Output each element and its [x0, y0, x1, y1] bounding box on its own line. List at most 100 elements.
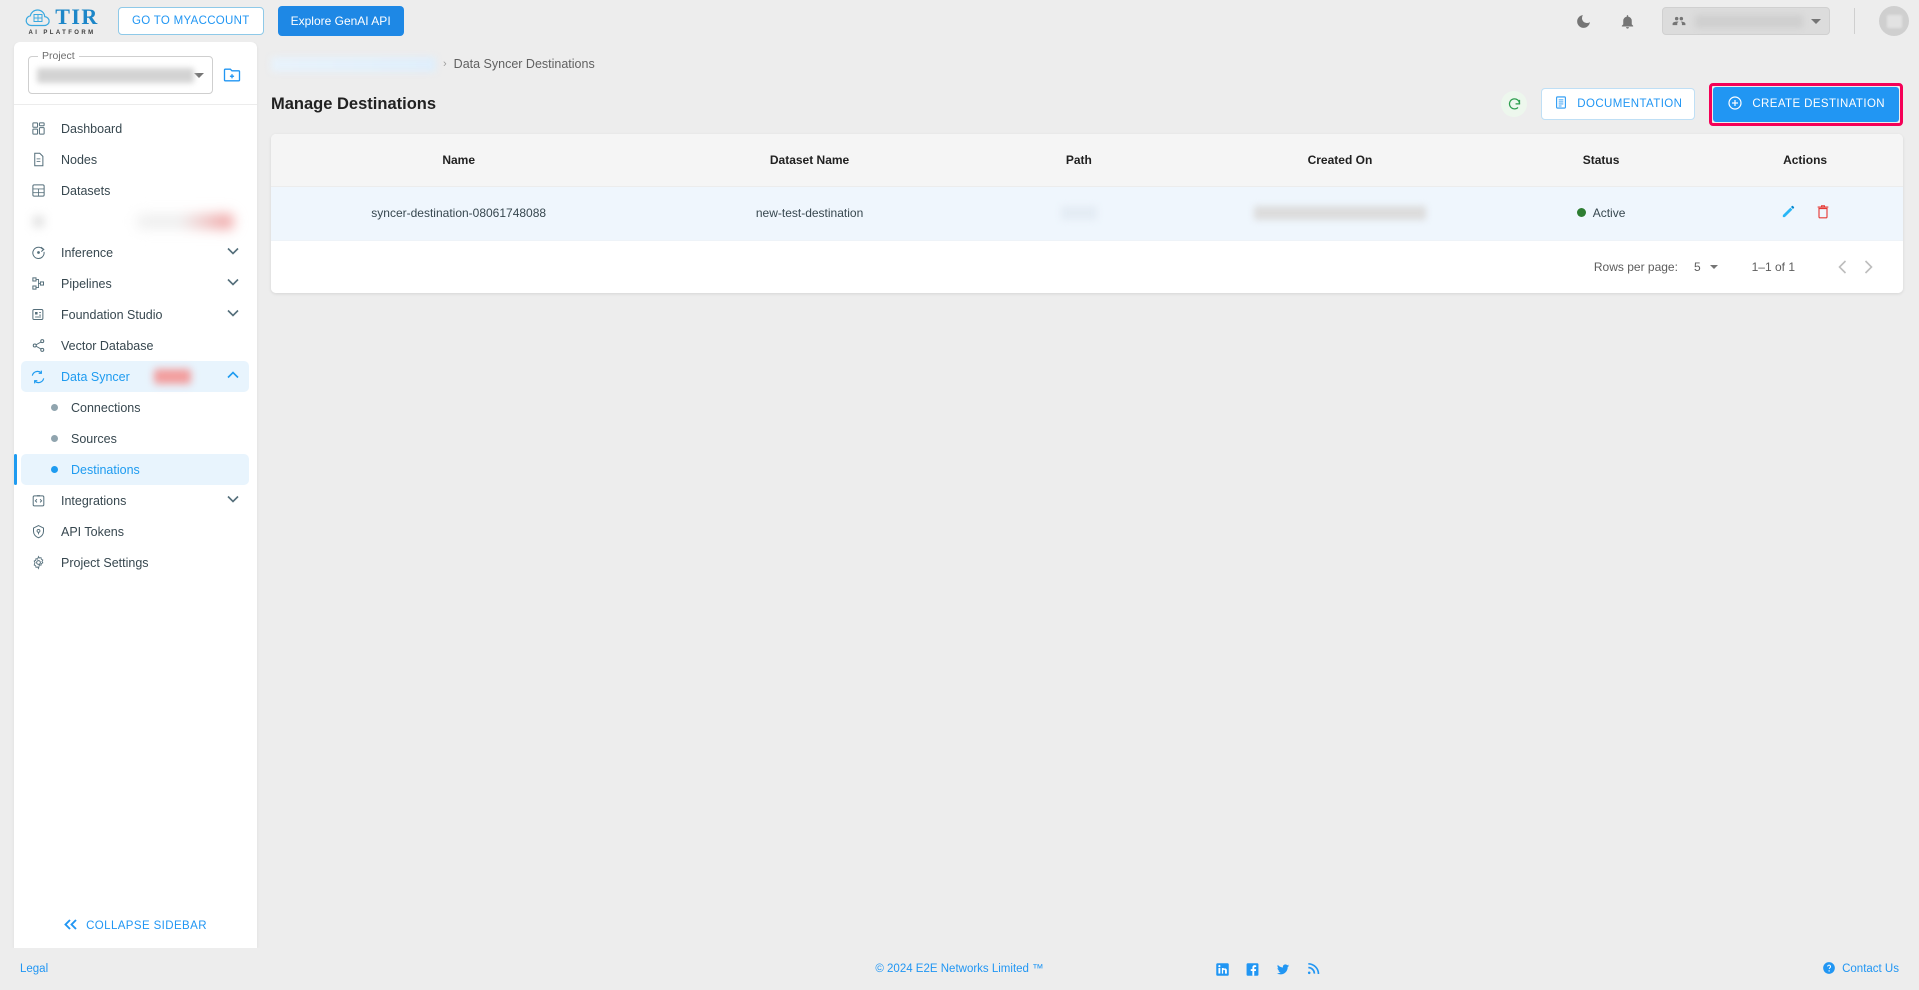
foundation-studio-icon — [29, 307, 47, 322]
logo-title: TIR — [55, 4, 99, 29]
cell-name: syncer-destination-08061748088 — [271, 186, 647, 241]
sidebar: Project Dashboard Nodes Datasets Inferen… — [14, 42, 257, 948]
footer-right: Contact Us — [1822, 961, 1899, 978]
contact-us-label: Contact Us — [1842, 963, 1899, 975]
facebook-icon[interactable] — [1245, 962, 1260, 977]
column-header-created-on: Created On — [1184, 134, 1495, 187]
sidebar-item-api-tokens[interactable]: API Tokens — [21, 516, 249, 547]
sidebar-item-connections[interactable]: Connections — [21, 392, 249, 423]
linkedin-icon[interactable] — [1215, 962, 1230, 977]
notifications-button[interactable] — [1612, 6, 1642, 36]
sidebar-item-destinations[interactable]: Destinations — [14, 454, 249, 485]
sidebar-item-dashboard[interactable]: Dashboard — [21, 113, 249, 144]
rss-icon[interactable] — [1306, 962, 1320, 976]
breadcrumb: › Data Syncer Destinations — [271, 42, 1903, 86]
book-icon — [1554, 95, 1568, 113]
delete-destination-button[interactable] — [1815, 203, 1831, 220]
sidebar-item-project-settings[interactable]: Project Settings — [21, 547, 249, 578]
rows-per-page-value: 5 — [1693, 259, 1701, 274]
refresh-button[interactable] — [1501, 91, 1528, 117]
main-content: › Data Syncer Destinations Manage Destin… — [257, 42, 1919, 948]
create-destination-label: CREATE DESTINATION — [1752, 98, 1885, 110]
sidebar-item-sources[interactable]: Sources — [21, 423, 249, 454]
body-region: Project Dashboard Nodes Datasets Inferen… — [0, 42, 1919, 948]
rows-per-page-select[interactable]: 5 — [1694, 260, 1718, 274]
breadcrumb-item-current: Data Syncer Destinations — [453, 57, 595, 71]
column-header-dataset-name: Dataset Name — [646, 134, 973, 187]
sidebar-item-datasets[interactable]: Datasets — [21, 175, 249, 206]
previous-page-button[interactable] — [1829, 254, 1855, 280]
bullet-dot-icon — [51, 466, 58, 473]
rows-per-page-label: Rows per page: — [1593, 259, 1678, 274]
header-divider — [1854, 8, 1855, 34]
chevron-down-icon — [194, 72, 204, 78]
logo-subtitle: AI PLATFORM — [28, 30, 96, 36]
sidebar-item-data-syncer[interactable]: Data Syncer — [21, 361, 249, 392]
page-title: Manage Destinations — [271, 94, 437, 113]
account-team-select[interactable] — [1662, 7, 1830, 35]
avatar-image — [1886, 14, 1902, 28]
table-row[interactable]: syncer-destination-08061748088 new-test-… — [271, 186, 1903, 241]
sidebar-item-nodes[interactable]: Nodes — [21, 144, 249, 175]
avatar[interactable] — [1879, 6, 1909, 36]
trash-icon — [1817, 205, 1828, 219]
dark-mode-toggle[interactable] — [1568, 6, 1598, 36]
project-select[interactable]: Project — [28, 50, 213, 94]
row-actions — [1780, 203, 1831, 220]
sidebar-item-badge — [137, 214, 233, 229]
sidebar-item-pipelines[interactable]: Pipelines — [21, 268, 249, 299]
copyright-text: © 2024 E2E Networks Limited ™ — [875, 963, 1044, 975]
sidebar-item-foundation-studio[interactable]: Foundation Studio — [21, 299, 249, 330]
next-page-button[interactable] — [1855, 254, 1881, 280]
twitter-icon[interactable] — [1275, 962, 1291, 977]
status-dot-icon — [1576, 208, 1586, 218]
gear-icon — [29, 555, 47, 570]
api-tokens-icon — [29, 524, 47, 539]
documentation-button[interactable]: DOCUMENTATION — [1541, 88, 1696, 120]
chevron-down-icon — [227, 278, 239, 289]
explore-genai-api-button[interactable]: Explore GenAI API — [277, 6, 404, 36]
contact-us-link[interactable]: Contact Us — [1822, 961, 1899, 978]
cell-path-value — [1060, 206, 1097, 221]
destinations-table-card: Name Dataset Name Path Created On Status… — [271, 134, 1903, 293]
datasets-grid-icon — [29, 183, 47, 198]
chevron-down-icon — [227, 247, 239, 258]
collapse-sidebar-label: COLLAPSE SIDEBAR — [86, 920, 207, 932]
pipelines-icon — [29, 276, 47, 291]
node-document-icon — [29, 152, 47, 167]
cell-actions — [1707, 186, 1903, 241]
edit-destination-button[interactable] — [1780, 203, 1797, 220]
legal-link[interactable]: Legal — [20, 963, 48, 975]
page-header-row: Manage Destinations DOCUMENTATION CREATE… — [271, 82, 1903, 126]
create-destination-button[interactable]: CREATE DESTINATION — [1713, 86, 1899, 122]
chevron-right-icon — [1864, 259, 1873, 274]
breadcrumb-item-project[interactable] — [271, 56, 436, 72]
data-syncer-icon — [29, 369, 47, 385]
sidebar-item-label: Nodes — [61, 152, 98, 167]
sidebar-item-label: API Tokens — [61, 524, 125, 539]
chevron-down-icon — [227, 495, 239, 506]
go-to-myaccount-button[interactable]: GO TO MYACCOUNT — [118, 7, 264, 35]
cell-created-on — [1184, 186, 1495, 241]
sidebar-item-hidden[interactable] — [21, 206, 249, 237]
column-header-actions: Actions — [1707, 134, 1903, 187]
plus-circle-icon — [1727, 95, 1743, 114]
create-project-button[interactable] — [221, 65, 243, 85]
pagination-range: 1–1 of 1 — [1751, 259, 1795, 274]
tir-logo[interactable]: TIR AI PLATFORM — [20, 6, 104, 36]
sidebar-item-label: Foundation Studio — [61, 307, 163, 322]
table-pagination: Rows per page: 5 1–1 of 1 — [271, 240, 1903, 293]
sidebar-item-inference[interactable]: Inference — [21, 237, 249, 268]
sidebar-item-integrations[interactable]: Integrations — [21, 485, 249, 516]
chevron-up-icon — [227, 371, 239, 382]
folder-add-icon — [223, 68, 241, 82]
footer: Legal © 2024 E2E Networks Limited ™ Cont… — [0, 948, 1919, 990]
sidebar-item-label: Destinations — [71, 462, 140, 477]
collapse-sidebar-button[interactable]: COLLAPSE SIDEBAR — [14, 904, 257, 948]
table-head: Name Dataset Name Path Created On Status… — [271, 134, 1903, 187]
moon-icon — [1576, 14, 1590, 28]
cell-path — [972, 186, 1185, 241]
page-actions: DOCUMENTATION CREATE DESTINATION — [1501, 82, 1903, 126]
sidebar-item-label: Project Settings — [61, 555, 149, 570]
sidebar-item-vector-database[interactable]: Vector Database — [21, 330, 249, 361]
